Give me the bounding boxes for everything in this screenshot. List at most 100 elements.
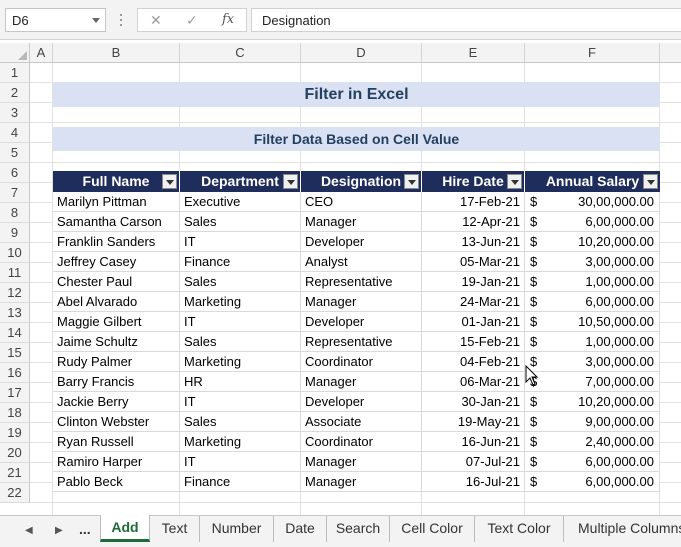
cell-hire-date[interactable]: 12-Apr-21 (422, 212, 525, 232)
cell-full-name[interactable]: Maggie Gilbert (53, 312, 180, 332)
select-all-button[interactable] (0, 43, 30, 63)
tab-text-color[interactable]: Text Color (475, 516, 564, 542)
tab-add[interactable]: Add (100, 515, 150, 542)
row-header[interactable]: 9 (0, 223, 30, 243)
cell-department[interactable]: Marketing (180, 292, 301, 312)
header-full-name[interactable]: Full Name (53, 171, 180, 192)
cell-hire-date[interactable]: 15-Feb-21 (422, 332, 525, 352)
cell-designation[interactable]: CEO (301, 192, 422, 212)
row-header[interactable]: 13 (0, 303, 30, 323)
filter-dropdown-icon[interactable] (643, 174, 658, 189)
cell-annual-salary[interactable]: $10,20,000.00 (525, 232, 660, 252)
cell-department[interactable]: Finance (180, 472, 301, 492)
cell-annual-salary[interactable]: $2,40,000.00 (525, 432, 660, 452)
cell-full-name[interactable]: Abel Alvarado (53, 292, 180, 312)
cell-hire-date[interactable]: 01-Jan-21 (422, 312, 525, 332)
cell-full-name[interactable]: Jackie Berry (53, 392, 180, 412)
cell-full-name[interactable]: Rudy Palmer (53, 352, 180, 372)
cell-designation[interactable]: Manager (301, 452, 422, 472)
cell-full-name[interactable]: Jeffrey Casey (53, 252, 180, 272)
cell-full-name[interactable]: Franklin Sanders (53, 232, 180, 252)
cell-hire-date[interactable]: 30-Jan-21 (422, 392, 525, 412)
cell-designation[interactable]: Developer (301, 232, 422, 252)
tab-text[interactable]: Text (150, 516, 200, 542)
cell-full-name[interactable]: Jaime Schultz (53, 332, 180, 352)
row-header[interactable]: 17 (0, 383, 30, 403)
column-header-f[interactable]: F (525, 43, 660, 63)
cell-hire-date[interactable]: 16-Jul-21 (422, 472, 525, 492)
cell-annual-salary[interactable]: $10,20,000.00 (525, 392, 660, 412)
filter-dropdown-icon[interactable] (162, 174, 177, 189)
cell-annual-salary[interactable]: $6,00,000.00 (525, 452, 660, 472)
cell-designation[interactable]: Manager (301, 292, 422, 312)
tab-cell-color[interactable]: Cell Color (390, 516, 475, 542)
cell-designation[interactable]: Coordinator (301, 432, 422, 452)
cell-department[interactable]: Sales (180, 212, 301, 232)
cell-department[interactable]: Sales (180, 412, 301, 432)
header-department[interactable]: Department (180, 171, 301, 192)
row-header[interactable]: 1 (0, 63, 30, 83)
header-annual-salary[interactable]: Annual Salary (525, 171, 660, 192)
cell-department[interactable]: Executive (180, 192, 301, 212)
column-header-e[interactable]: E (422, 43, 525, 63)
cell-hire-date[interactable]: 06-Mar-21 (422, 372, 525, 392)
cell-hire-date[interactable]: 04-Feb-21 (422, 352, 525, 372)
column-header-c[interactable]: C (180, 43, 301, 63)
header-designation[interactable]: Designation (301, 171, 422, 192)
tab-date[interactable]: Date (274, 516, 327, 542)
cell-annual-salary[interactable]: $7,00,000.00 (525, 372, 660, 392)
cell-annual-salary[interactable]: $9,00,000.00 (525, 412, 660, 432)
filter-dropdown-icon[interactable] (404, 174, 419, 189)
row-header[interactable]: 22 (0, 483, 30, 503)
cell-full-name[interactable]: Chester Paul (53, 272, 180, 292)
sheet-title[interactable]: Filter in Excel (53, 82, 660, 107)
name-box[interactable]: D6 (5, 8, 106, 32)
cell-annual-salary[interactable]: $3,00,000.00 (525, 252, 660, 272)
cell-designation[interactable]: Representative (301, 332, 422, 352)
cell-annual-salary[interactable]: $6,00,000.00 (525, 472, 660, 492)
cell-hire-date[interactable]: 05-Mar-21 (422, 252, 525, 272)
cell-hire-date[interactable]: 19-May-21 (422, 412, 525, 432)
row-header[interactable]: 14 (0, 323, 30, 343)
cell-hire-date[interactable]: 19-Jan-21 (422, 272, 525, 292)
row-header[interactable]: 3 (0, 103, 30, 123)
cell-department[interactable]: IT (180, 312, 301, 332)
column-header-d[interactable]: D (301, 43, 422, 63)
row-header[interactable]: 20 (0, 443, 30, 463)
tab-scroll-left-icon[interactable]: ◀ (25, 525, 33, 536)
cell-designation[interactable]: Analyst (301, 252, 422, 272)
column-header-g[interactable] (660, 43, 681, 63)
row-header[interactable]: 7 (0, 183, 30, 203)
row-header[interactable]: 6 (0, 163, 30, 183)
worksheet-grid[interactable]: A B C D E F 1 2 3 4 5 6 7 8 9 10 11 12 13 14 15 16 17 18 1… (0, 43, 681, 515)
cell-hire-date[interactable]: 17-Feb-21 (422, 192, 525, 212)
cell-department[interactable]: HR (180, 372, 301, 392)
row-header[interactable]: 12 (0, 283, 30, 303)
cancel-icon[interactable]: ✕ (150, 12, 162, 29)
row-header[interactable]: 19 (0, 423, 30, 443)
enter-icon[interactable]: ✓ (186, 12, 198, 29)
cell-department[interactable]: IT (180, 232, 301, 252)
cell-department[interactable]: Sales (180, 332, 301, 352)
cell-annual-salary[interactable]: $1,00,000.00 (525, 272, 660, 292)
cell-full-name[interactable]: Samantha Carson (53, 212, 180, 232)
cell-designation[interactable]: Representative (301, 272, 422, 292)
cell-designation[interactable]: Associate (301, 412, 422, 432)
tab-search[interactable]: Search (327, 516, 390, 542)
cell-full-name[interactable]: Ramiro Harper (53, 452, 180, 472)
cell-hire-date[interactable]: 07-Jul-21 (422, 452, 525, 472)
cell-annual-salary[interactable]: $1,00,000.00 (525, 332, 660, 352)
cell-hire-date[interactable]: 13-Jun-21 (422, 232, 525, 252)
cell-department[interactable]: Sales (180, 272, 301, 292)
row-header[interactable]: 2 (0, 83, 30, 103)
cell-annual-salary[interactable]: $3,00,000.00 (525, 352, 660, 372)
cell-full-name[interactable]: Ryan Russell (53, 432, 180, 452)
cell-designation[interactable]: Manager (301, 372, 422, 392)
row-header[interactable]: 8 (0, 203, 30, 223)
row-header[interactable]: 16 (0, 363, 30, 383)
row-header[interactable]: 4 (0, 123, 30, 143)
row-header[interactable]: 5 (0, 143, 30, 163)
cell-annual-salary[interactable]: $6,00,000.00 (525, 292, 660, 312)
tab-scroll-right-icon[interactable]: ▶ (55, 525, 63, 536)
cell-designation[interactable]: Manager (301, 472, 422, 492)
